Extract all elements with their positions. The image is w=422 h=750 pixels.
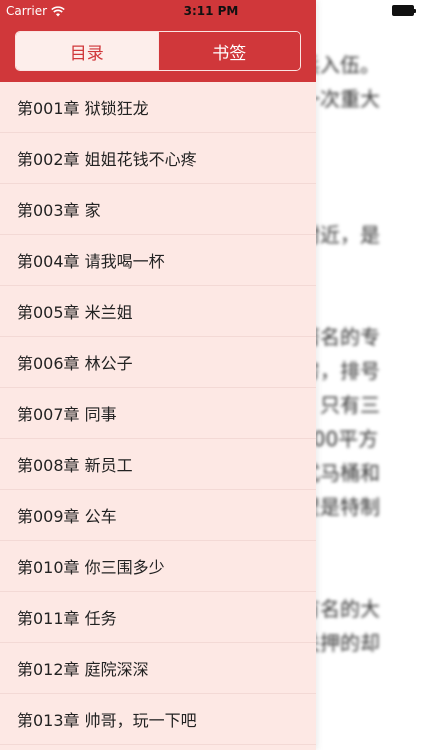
reader-line: 附近，是 [300, 223, 380, 247]
status-right [392, 5, 416, 16]
chapter-item[interactable]: 第006章 林公子 [0, 337, 316, 388]
chapter-item[interactable]: 第013章 帅哥，玩一下吧 [0, 694, 316, 745]
reader-line: 有名的大 [300, 597, 380, 621]
reader-text: 兵入伍。 一次重大 附近，是 著名的专 房，排号 ，只有三 200平方 式马桶和… [300, 48, 422, 660]
chapter-item[interactable]: 第012章 庭院深深 [0, 643, 316, 694]
reader-line: 200平方 [300, 427, 379, 451]
tab-contents[interactable]: 目录 [16, 32, 158, 70]
chapter-item[interactable]: 第010章 你三围多少 [0, 541, 316, 592]
reader-line [300, 524, 422, 558]
reader-line [300, 286, 422, 320]
reader-line: 著名的专 [300, 325, 380, 349]
reader-line: 一次重大 [300, 87, 380, 111]
chapter-item[interactable]: 第011章 任务 [0, 592, 316, 643]
chapter-item[interactable]: 第003章 家 [0, 184, 316, 235]
reader-line: 兵入伍。 [300, 53, 380, 77]
battery-icon [392, 5, 416, 16]
reader-line: 关押的却 [300, 631, 380, 655]
chapter-list: 第001章 狱锁狂龙 第002章 姐姐花钱不心疼 第003章 家 第004章 请… [0, 82, 316, 745]
reader-line: 式马桶和 [300, 461, 380, 485]
chapter-item[interactable]: 第001章 狱锁狂龙 [0, 82, 316, 133]
reader-line: ，只有三 [300, 393, 380, 417]
reader-line [300, 150, 422, 184]
chapter-item[interactable]: 第009章 公车 [0, 490, 316, 541]
status-bar: Carrier 3:11 PM [0, 0, 422, 22]
chapter-item[interactable]: 第002章 姐姐花钱不心疼 [0, 133, 316, 184]
reader-line [300, 116, 422, 150]
reader-line [300, 558, 422, 592]
chapter-item[interactable]: 第005章 米兰姐 [0, 286, 316, 337]
toc-drawer: 目录 书签 第001章 狱锁狂龙 第002章 姐姐花钱不心疼 第003章 家 第… [0, 0, 316, 750]
reader-line [300, 252, 422, 286]
tab-bookmarks[interactable]: 书签 [157, 32, 300, 70]
reader-line [300, 184, 422, 218]
chapter-item[interactable]: 第008章 新员工 [0, 439, 316, 490]
reader-line: 房，排号 [300, 359, 380, 383]
chapter-item[interactable]: 第004章 请我喝一杯 [0, 235, 316, 286]
tab-switcher: 目录 书签 [15, 31, 301, 71]
reader-line: 壁是特制 [300, 495, 380, 519]
chapter-item[interactable]: 第007章 同事 [0, 388, 316, 439]
status-time: 3:11 PM [183, 4, 239, 18]
